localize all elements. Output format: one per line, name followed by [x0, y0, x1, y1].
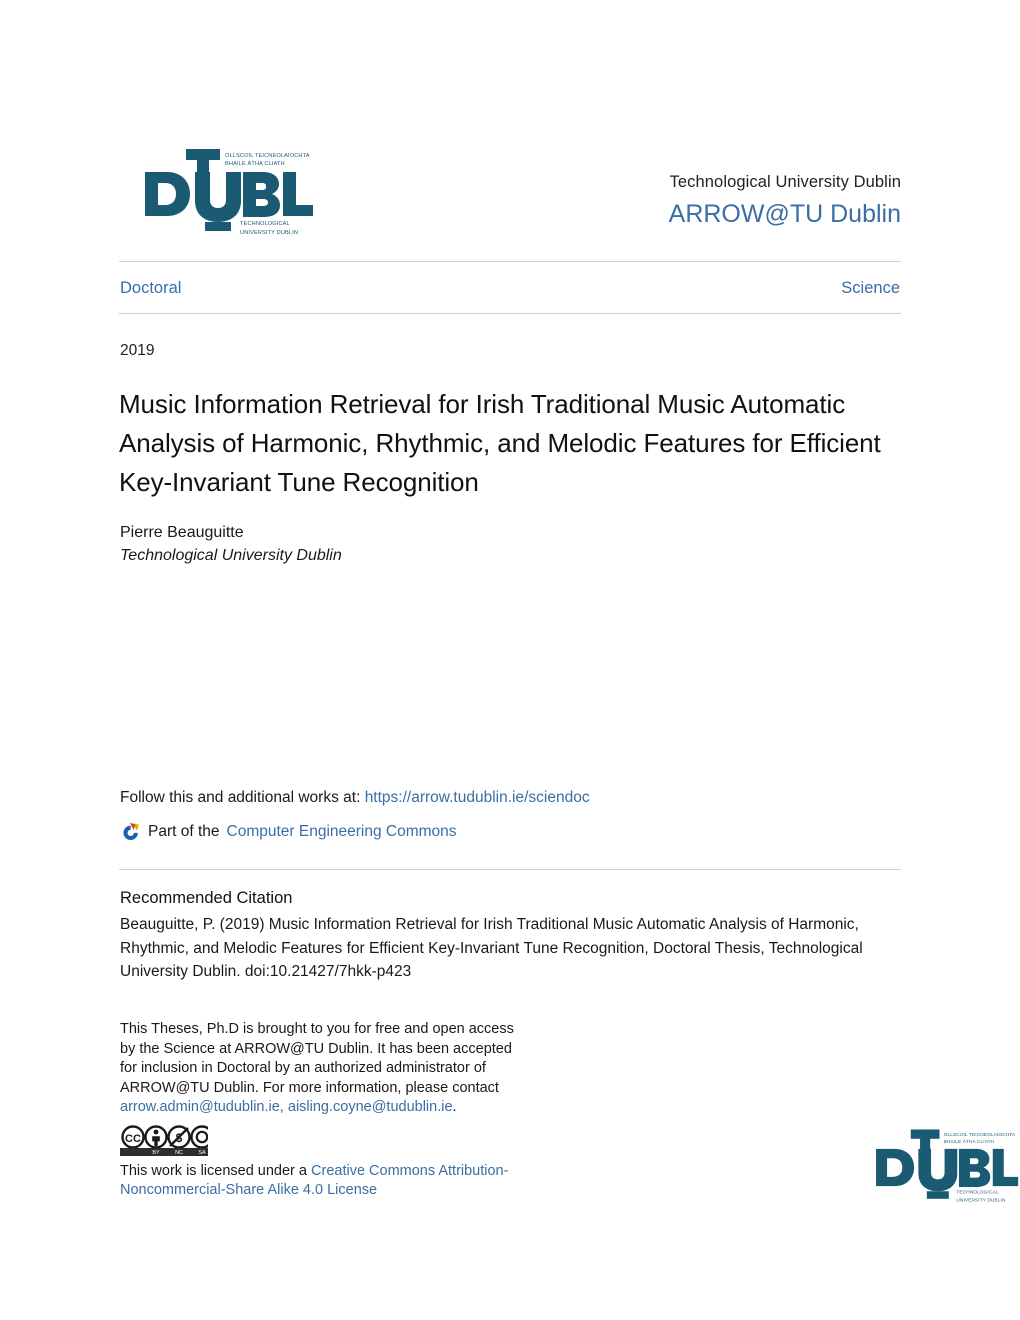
- svg-text:BHAILE ÁTHA CLIATH: BHAILE ÁTHA CLIATH: [225, 160, 285, 167]
- license-statement-period: .: [452, 1099, 457, 1115]
- svg-text:NC: NC: [175, 1150, 183, 1156]
- commons-prefix: Part of the: [148, 823, 220, 840]
- recommended-citation-block: Recommended Citation Beauguitte, P. (201…: [120, 886, 910, 984]
- repository-collection-link[interactable]: https://arrow.tudublin.ie/sciendoc: [365, 789, 590, 806]
- repository-title-block: Technological University Dublin ARROW@TU…: [481, 171, 901, 231]
- svg-text:OLLSCOIL TEICNEOLAÍOCHTA: OLLSCOIL TEICNEOLAÍOCHTA: [944, 1131, 1016, 1138]
- page-title: Music Information Retrieval for Irish Tr…: [119, 389, 881, 497]
- tu-dublin-logo-bottom: OLLSCOIL TEICNEOLAÍOCHTA BHAILE ÁTHA CLI…: [871, 1124, 1019, 1206]
- svg-text:BY: BY: [152, 1150, 160, 1156]
- svg-text:UNIVERSITY DUBLIN: UNIVERSITY DUBLIN: [240, 230, 298, 236]
- svg-text:UNIVERSITY DUBLIN: UNIVERSITY DUBLIN: [956, 1197, 1005, 1203]
- creative-commons-badge-icon[interactable]: CC $ BY NC SA: [120, 1124, 214, 1156]
- svg-text:CC: CC: [125, 1133, 141, 1145]
- collection-nav-row: Doctoral Science: [119, 275, 901, 303]
- svg-text:TECHNOLOGICAL: TECHNOLOGICAL: [956, 1190, 998, 1196]
- publication-year: 2019: [120, 342, 155, 359]
- document-page: OLLSCOIL TEICNEOLAÍOCHTA BHAILE ÁTHA CLI…: [0, 0, 1020, 1320]
- nav-school-science[interactable]: Science: [841, 275, 900, 301]
- svg-text:OLLSCOIL TEICNEOLAÍOCHTA: OLLSCOIL TEICNEOLAÍOCHTA: [225, 152, 310, 159]
- divider-above-nav: [119, 261, 901, 262]
- author-name: Pierre Beauguitte: [120, 524, 244, 541]
- admin-email-link-2[interactable]: aisling.coyne@tudublin.ie: [288, 1099, 453, 1115]
- divider-below-nav: [119, 313, 901, 314]
- divider-above-citation: [119, 869, 901, 870]
- follow-works-line: Follow this and additional works at: htt…: [120, 786, 880, 810]
- repository-header: OLLSCOIL TEICNEOLAÍOCHTA BHAILE ÁTHA CLI…: [119, 143, 901, 251]
- commons-line: Part of the Computer Engineering Commons: [120, 820, 880, 844]
- recommended-citation-heading: Recommended Citation: [120, 889, 293, 907]
- license-link-prefix: This work is licensed under a: [120, 1162, 307, 1179]
- author-block: Pierre Beauguitte Technological Universi…: [120, 521, 720, 567]
- license-block: This Theses, Ph.D is brought to you for …: [120, 1020, 515, 1201]
- svg-text:SA: SA: [198, 1150, 206, 1156]
- bepress-commons-icon: [120, 822, 141, 843]
- author-affiliation: Technological University Dublin: [120, 547, 342, 564]
- repository-name[interactable]: ARROW@TU Dublin: [481, 197, 901, 231]
- license-statement: This Theses, Ph.D is brought to you for …: [120, 1020, 515, 1118]
- tu-dublin-logo-top: OLLSCOIL TEICNEOLAÍOCHTA BHAILE ÁTHA CLI…: [139, 143, 314, 239]
- license-statement-text: This Theses, Ph.D is brought to you for …: [120, 1021, 514, 1096]
- computer-engineering-commons-link[interactable]: Computer Engineering Commons: [227, 820, 457, 844]
- follow-works-block: Follow this and additional works at: htt…: [120, 786, 880, 844]
- admin-email-link-1[interactable]: arrow.admin@tudublin.ie,: [120, 1099, 284, 1115]
- svg-text:BHAILE ÁTHA CLIATH: BHAILE ÁTHA CLIATH: [944, 1138, 995, 1145]
- follow-works-prefix: Follow this and additional works at:: [120, 789, 361, 806]
- license-link-paragraph: This work is licensed under a Creative C…: [120, 1162, 515, 1201]
- svg-text:TECHNOLOGICAL: TECHNOLOGICAL: [240, 221, 290, 227]
- institution-name: Technological University Dublin: [669, 173, 901, 191]
- nav-collection-doctoral[interactable]: Doctoral: [120, 275, 181, 301]
- recommended-citation-text: Beauguitte, P. (2019) Music Information …: [120, 916, 863, 980]
